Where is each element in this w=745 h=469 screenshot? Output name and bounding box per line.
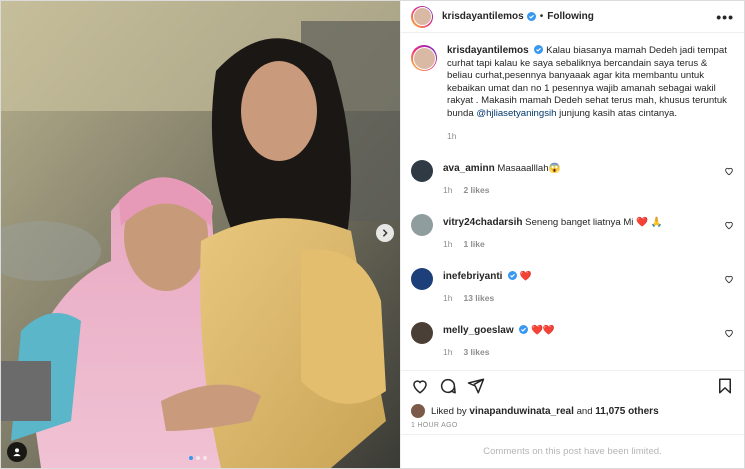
heart-icon[interactable] (724, 166, 734, 176)
comment-likes[interactable]: 1 like (463, 239, 484, 249)
post-sidebar: krisdayantilemos • Following ••• krisday… (400, 1, 744, 468)
post-caption: krisdayantilemos Kalau biasanya mamah De… (411, 45, 734, 141)
comment-item: melly_goeslaw ❤️❤️ 1h 3 likes (411, 321, 734, 357)
comment-time: 1h (443, 238, 453, 249)
tagged-users-button[interactable] (7, 442, 27, 462)
caption-username[interactable]: krisdayantilemos (447, 45, 529, 56)
comment-item: ava_aminn Masaaalllah😱 1h 2 likes (411, 159, 734, 195)
more-options-button[interactable]: ••• (716, 9, 734, 25)
comment-likes[interactable]: 2 likes (463, 185, 489, 195)
heart-icon[interactable] (411, 377, 429, 395)
heart-icon[interactable] (724, 328, 734, 338)
commenter-avatar[interactable] (411, 321, 433, 344)
commenter-username[interactable]: inefebriyanti (443, 271, 502, 282)
commenter-username[interactable]: melly_goeslaw (443, 325, 514, 336)
comment-item: inefebriyanti ❤️ 1h 13 likes (411, 267, 734, 303)
comment-text: Seneng banget liatnya Mi ❤️ 🙏 (525, 216, 663, 228)
verified-icon (508, 270, 518, 280)
caption-time: 1h (447, 130, 457, 141)
author-avatar[interactable] (411, 5, 433, 28)
post-photo (1, 1, 400, 468)
bookmark-icon[interactable] (716, 377, 734, 395)
caption-mention-link[interactable]: @hjliasetyaningsih (476, 108, 556, 119)
comment-time: 1h (443, 292, 453, 303)
carousel-indicator (189, 456, 207, 460)
verified-icon (526, 12, 536, 21)
commenter-avatar[interactable] (411, 159, 433, 182)
carousel-dot (189, 456, 193, 460)
comment-likes[interactable]: 3 likes (463, 347, 489, 357)
carousel-dot (196, 456, 200, 460)
likes-summary: Liked by vinapanduwinata_real and 11,075… (401, 400, 744, 422)
caption-body-end: junjung kasih atas cintanya. (559, 107, 678, 119)
share-icon[interactable] (467, 377, 485, 395)
likes-prefix: Liked by (431, 405, 467, 417)
verified-icon (534, 45, 544, 54)
carousel-next-button[interactable] (376, 224, 394, 242)
commenter-avatar[interactable] (411, 213, 433, 236)
post-actions (401, 370, 744, 400)
carousel-dot (203, 456, 207, 460)
comment-item: vitry24chadarsih Seneng banget liatnya M… (411, 213, 734, 249)
likes-others-link[interactable]: 11,075 others (595, 406, 658, 417)
following-button[interactable]: Following (547, 11, 594, 22)
comment-text: Masaaalllah😱 (497, 162, 561, 174)
instagram-post: krisdayantilemos • Following ••• krisday… (0, 0, 745, 469)
heart-icon[interactable] (724, 220, 734, 230)
comment-text: ❤️ (519, 270, 532, 282)
header-separator: • (539, 11, 544, 22)
caption-text: krisdayantilemos Kalau biasanya mamah De… (447, 45, 734, 121)
user-tag-icon (13, 448, 21, 457)
commenter-username[interactable]: ava_aminn (443, 163, 495, 174)
comment-text: ❤️❤️ (530, 324, 555, 336)
likes-middle: and (576, 405, 593, 417)
comment-likes[interactable]: 13 likes (463, 293, 494, 303)
comments-list[interactable]: krisdayantilemos Kalau biasanya mamah De… (401, 33, 744, 370)
chevron-right-icon (382, 229, 388, 237)
comments-limited-notice: Comments on this post have been limited. (401, 434, 744, 468)
comment-icon[interactable] (439, 377, 457, 395)
post-media[interactable] (1, 1, 400, 468)
author-avatar[interactable] (411, 45, 437, 71)
liker-username[interactable]: vinapanduwinata_real (469, 406, 573, 417)
heart-icon[interactable] (724, 274, 734, 284)
comment-time: 1h (443, 184, 453, 195)
commenter-avatar[interactable] (411, 267, 433, 290)
liker-avatar[interactable] (411, 404, 425, 418)
post-header: krisdayantilemos • Following ••• (401, 1, 744, 33)
author-username[interactable]: krisdayantilemos (442, 11, 524, 22)
commenter-username[interactable]: vitry24chadarsih (443, 217, 523, 228)
verified-icon (519, 324, 529, 334)
comment-time: 1h (443, 346, 453, 357)
post-timestamp[interactable]: 1 HOUR AGO (401, 422, 744, 434)
